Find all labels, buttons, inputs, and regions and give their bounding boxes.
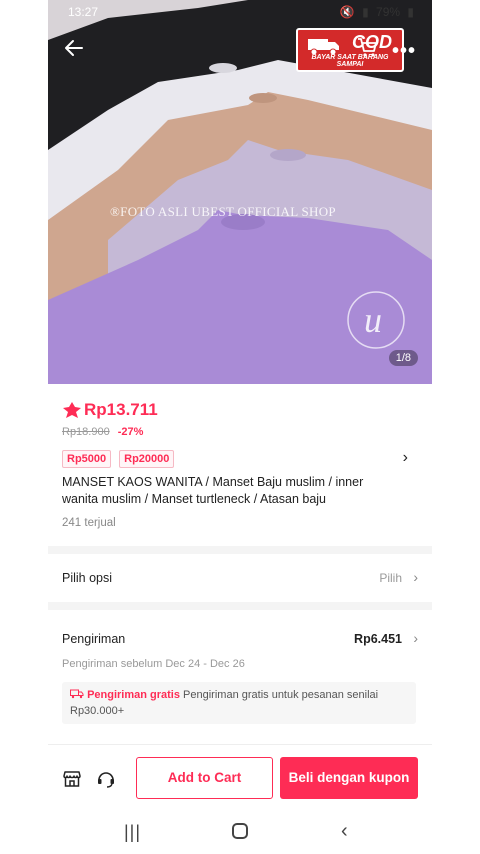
back-icon[interactable]: ‹ <box>341 820 348 843</box>
more-options-button[interactable]: ••• <box>392 40 416 63</box>
product-title: MANSET KAOS WANITA / Manset Baju muslim … <box>62 475 364 506</box>
cod-badge: COD BAYAR SAAT BARANG SAMPAI <box>296 28 404 72</box>
cart-icon[interactable] <box>356 36 378 58</box>
home-icon[interactable] <box>232 823 248 839</box>
discount-badge: -27% <box>117 426 144 438</box>
battery-level: 79% <box>376 5 401 19</box>
option-label: Pilih opsi <box>62 571 113 585</box>
recent-apps-icon[interactable]: ||| <box>124 822 141 843</box>
section-divider <box>48 602 432 610</box>
photo-watermark: ®FOTO ASLI UBEST OFFICIAL SHOP <box>110 204 336 219</box>
price-row: Rp13.711 <box>62 400 158 420</box>
signal-icon: ▮ <box>362 5 369 19</box>
add-to-cart-button[interactable]: Add to Cart <box>136 757 273 799</box>
original-price: Rp18.900 <box>62 426 110 438</box>
battery-icon: ▮ <box>407 5 414 19</box>
chevron-right-icon: › <box>413 630 418 646</box>
free-shipping-tag: Pengiriman gratis <box>87 689 180 701</box>
arrow-left-icon <box>65 40 83 56</box>
svg-text:u: u <box>364 300 382 340</box>
chevron-right-icon[interactable]: › <box>403 449 408 467</box>
voucher-row[interactable]: Rp5000 Rp20000 › <box>62 449 422 469</box>
option-selector[interactable]: Pilih opsi Pilih › <box>48 560 432 598</box>
product-page: u 13:27 🔇 ▮ 79% ▮ COD BAYAR SAAT BARANG … <box>48 0 432 854</box>
status-indicators: 🔇 ▮ 79% ▮ <box>336 5 414 19</box>
chevron-right-icon: › <box>413 569 418 585</box>
truck-icon <box>70 689 84 699</box>
shipping-label: Pengiriman <box>62 632 126 646</box>
status-time: 13:27 <box>68 5 99 19</box>
right-gutter <box>432 0 480 854</box>
status-bar: 13:27 🔇 ▮ 79% ▮ <box>48 0 432 24</box>
customer-service-icon[interactable] <box>96 769 116 789</box>
screen: u 13:27 🔇 ▮ 79% ▮ COD BAYAR SAAT BARANG … <box>0 0 480 854</box>
system-nav-bar: ||| ‹ <box>48 810 432 854</box>
bottom-action-bar: Add to Cart Beli dengan kupon <box>48 744 432 810</box>
original-price-row: Rp18.900 -27% <box>62 426 143 438</box>
section-divider <box>48 546 432 554</box>
free-shipping-info: Pengiriman gratis Pengiriman gratis untu… <box>62 682 416 724</box>
mute-icon: 🔇 <box>339 5 355 19</box>
current-price: Rp13.711 <box>84 400 158 419</box>
sold-count: 241 terjual <box>62 517 116 529</box>
shipping-date: Pengiriman sebelum Dec 24 - Dec 26 <box>62 658 245 670</box>
option-value: Pilih <box>379 571 402 585</box>
cod-subtitle: BAYAR SAAT BARANG SAMPAI <box>311 54 389 68</box>
voucher-chip[interactable]: Rp5000 <box>62 450 112 468</box>
back-button[interactable] <box>62 36 90 64</box>
image-page-indicator: 1/8 <box>388 350 418 366</box>
buy-with-coupon-button[interactable]: Beli dengan kupon <box>280 757 418 799</box>
left-gutter <box>0 0 48 854</box>
flash-sale-icon <box>63 402 81 418</box>
shipping-price: Rp6.451 <box>354 632 402 646</box>
product-image-carousel[interactable]: u 13:27 🔇 ▮ 79% ▮ COD BAYAR SAAT BARANG … <box>48 0 432 384</box>
shop-icon[interactable] <box>62 769 82 789</box>
truck-icon <box>308 39 339 56</box>
voucher-chip[interactable]: Rp20000 <box>119 450 175 468</box>
